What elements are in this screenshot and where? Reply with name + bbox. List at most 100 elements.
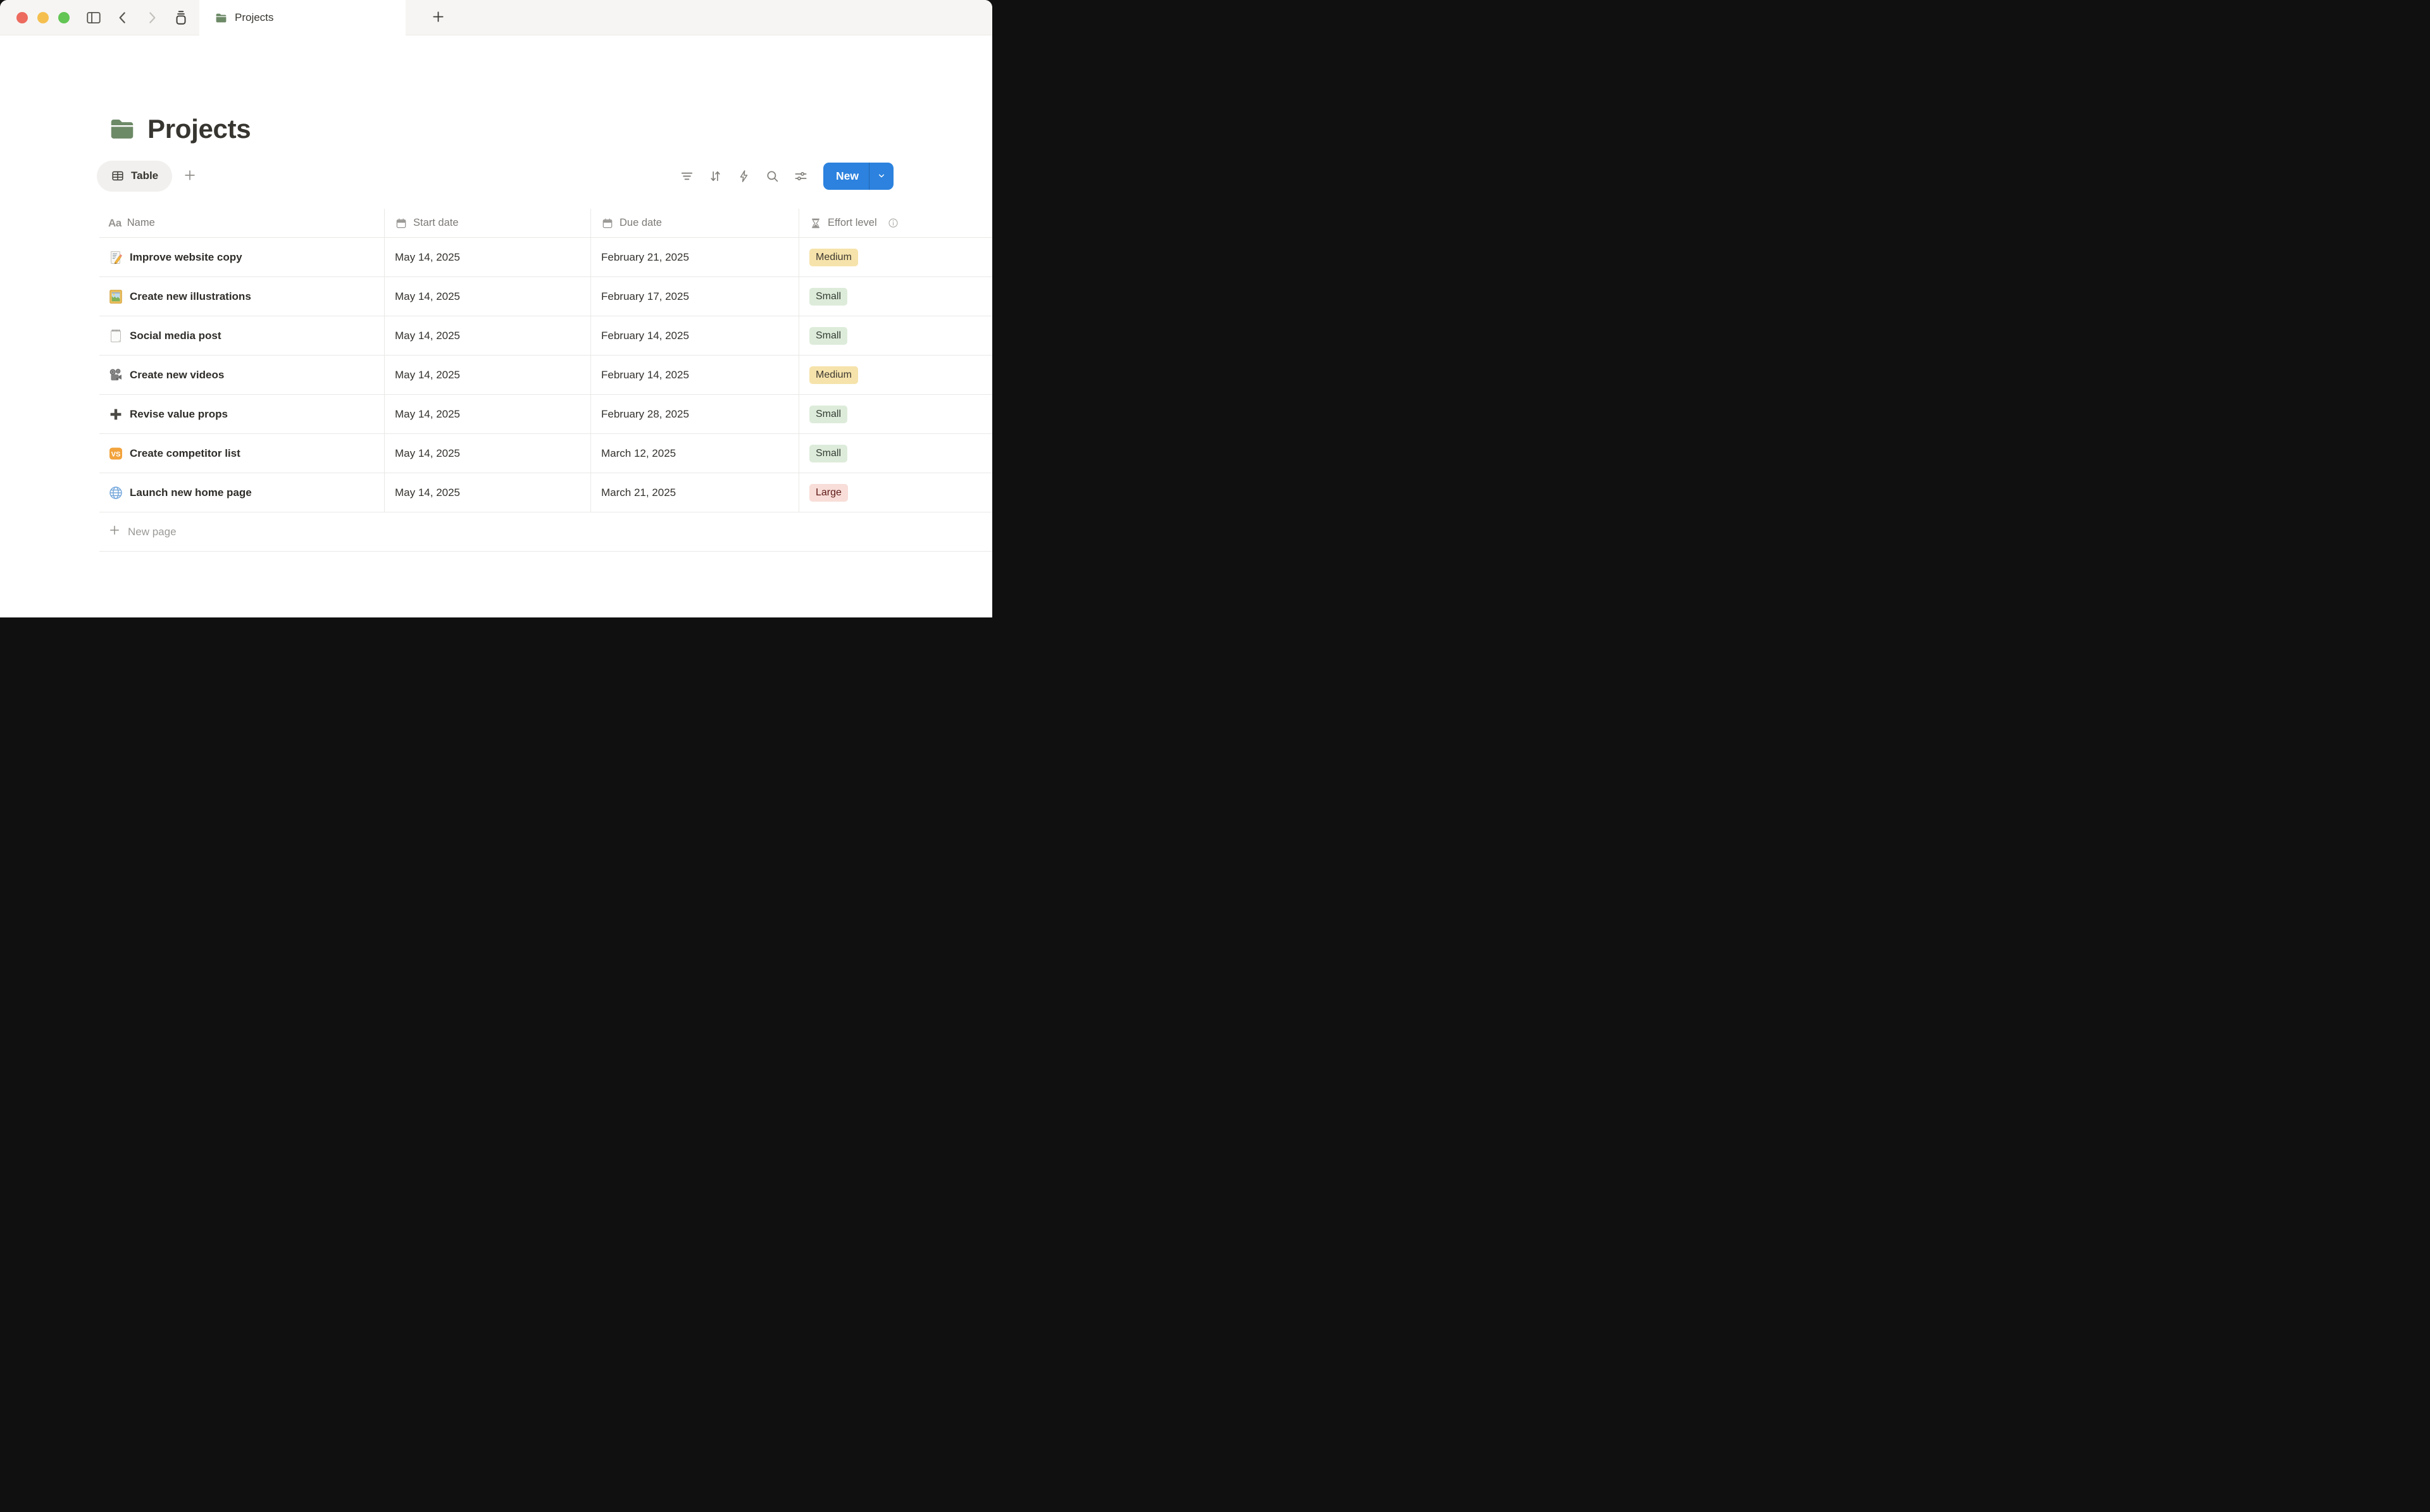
due-date-value: February 17, 2025 — [601, 290, 689, 303]
movie-camera-icon — [108, 368, 123, 383]
minimize-window-button[interactable] — [37, 12, 49, 23]
new-tab-button[interactable] — [427, 0, 449, 35]
sort-icon — [708, 169, 723, 183]
due-date-value: February 28, 2025 — [601, 408, 689, 421]
column-header-label: Start date — [413, 217, 459, 229]
chevron-right-icon — [144, 9, 160, 26]
start-date-cell[interactable]: May 14, 2025 — [385, 356, 591, 394]
name-cell[interactable]: Create new videos — [99, 356, 385, 394]
view-tab-table[interactable]: Table — [97, 161, 172, 192]
hourglass-icon — [809, 217, 822, 230]
name-cell[interactable]: Revise value props — [99, 395, 385, 433]
start-date-cell[interactable]: May 14, 2025 — [385, 238, 591, 276]
start-date-value: May 14, 2025 — [395, 290, 460, 303]
effort-level-cell[interactable]: Medium — [799, 238, 992, 276]
view-settings-button[interactable] — [790, 166, 811, 186]
start-date-value: May 14, 2025 — [395, 369, 460, 381]
start-date-value: May 14, 2025 — [395, 330, 460, 342]
name-cell[interactable]: Improve website copy — [99, 238, 385, 276]
history-button[interactable] — [171, 8, 191, 28]
new-page-row[interactable]: New page — [99, 512, 992, 552]
page-folder-icon[interactable] — [108, 115, 137, 144]
info-icon — [887, 217, 899, 229]
sort-button[interactable] — [705, 166, 725, 186]
search-icon — [765, 169, 780, 183]
table-row: Revise value props May 14, 2025 February 2… — [99, 395, 992, 434]
due-date-cell[interactable]: February 14, 2025 — [591, 356, 799, 394]
folder-icon — [215, 11, 228, 25]
effort-level-cell[interactable]: Small — [799, 434, 992, 473]
effort-tag: Small — [809, 327, 847, 345]
forward-button[interactable] — [142, 8, 162, 28]
plus-bold-icon — [108, 407, 123, 422]
table-body: Improve website copyMay 14, 2025February… — [99, 238, 992, 512]
text-type-icon: Aa — [108, 217, 122, 230]
page-name: Revise value props — [130, 408, 228, 421]
effort-level-cell[interactable]: Large — [799, 473, 992, 512]
name-cell[interactable]: Launch new home page — [99, 473, 385, 512]
spiral-notepad-icon — [108, 328, 123, 344]
page-name: Create new videos — [130, 369, 224, 381]
window-controls — [0, 0, 70, 35]
start-date-cell[interactable]: May 14, 2025 — [385, 434, 591, 473]
page-name: Create new illustrations — [130, 290, 251, 303]
nav-buttons — [84, 0, 191, 35]
table-view-icon — [111, 169, 125, 183]
framed-picture-icon — [108, 289, 123, 304]
due-date-value: March 21, 2025 — [601, 486, 676, 499]
page-name: Improve website copy — [130, 251, 242, 264]
effort-level-cell[interactable]: Small — [799, 316, 992, 355]
start-date-cell[interactable]: May 14, 2025 — [385, 277, 591, 316]
effort-tag: Medium — [809, 366, 858, 384]
due-date-cell[interactable]: February 14, 2025 — [591, 316, 799, 355]
name-cell[interactable]: VS Create competitor list — [99, 434, 385, 473]
due-date-value: February 14, 2025 — [601, 330, 689, 342]
view-switcher: Table — [97, 161, 198, 192]
due-date-cell[interactable]: February 28, 2025 — [591, 395, 799, 433]
name-cell[interactable]: Social media post — [99, 316, 385, 355]
due-date-cell[interactable]: February 21, 2025 — [591, 238, 799, 276]
column-header-name[interactable]: AaName — [99, 209, 385, 237]
due-date-cell[interactable]: March 21, 2025 — [591, 473, 799, 512]
new-button[interactable]: New — [823, 163, 894, 190]
zoom-window-button[interactable] — [58, 12, 70, 23]
start-date-cell[interactable]: May 14, 2025 — [385, 473, 591, 512]
page-name: Create competitor list — [130, 447, 240, 460]
page-title[interactable]: Projects — [147, 114, 251, 144]
vs-icon: VS — [108, 446, 123, 461]
close-window-button[interactable] — [16, 12, 28, 23]
search-button[interactable] — [762, 166, 782, 186]
effort-level-cell[interactable]: Medium — [799, 356, 992, 394]
start-date-cell[interactable]: May 14, 2025 — [385, 395, 591, 433]
chevron-down-icon[interactable] — [869, 163, 894, 190]
effort-level-cell[interactable]: Small — [799, 395, 992, 433]
sidebar-toggle-button[interactable] — [84, 8, 104, 28]
column-header-label: Due date — [620, 217, 662, 229]
settings-icon — [794, 169, 808, 183]
effort-level-cell[interactable]: Small — [799, 277, 992, 316]
tab-projects[interactable]: Projects — [199, 0, 406, 35]
due-date-cell[interactable]: February 17, 2025 — [591, 277, 799, 316]
start-date-cell[interactable]: May 14, 2025 — [385, 316, 591, 355]
name-cell[interactable]: Create new illustrations — [99, 277, 385, 316]
database-controls: Table New — [97, 160, 894, 192]
plus-icon — [183, 168, 197, 184]
page-name: Social media post — [130, 330, 221, 342]
automations-button[interactable] — [733, 166, 754, 186]
table-row: Create new videos May 14, 2025 February 14… — [99, 356, 992, 395]
add-view-button[interactable] — [182, 167, 198, 185]
filter-icon — [680, 169, 694, 183]
column-header-effort-level[interactable]: Effort level — [799, 209, 992, 237]
plus-icon — [108, 524, 121, 540]
column-header-due-date[interactable]: Due date — [591, 209, 799, 237]
effort-tag: Small — [809, 406, 847, 423]
due-date-cell[interactable]: March 12, 2025 — [591, 434, 799, 473]
due-date-value: February 21, 2025 — [601, 251, 689, 264]
back-button[interactable] — [113, 8, 133, 28]
effort-tag: Small — [809, 288, 847, 306]
new-page-label: New page — [128, 526, 177, 538]
projects-table: AaName Start date Due date Effort level Imp… — [99, 209, 992, 552]
column-header-start-date[interactable]: Start date — [385, 209, 591, 237]
filter-button[interactable] — [676, 166, 697, 186]
column-header-label: Effort level — [828, 217, 877, 229]
